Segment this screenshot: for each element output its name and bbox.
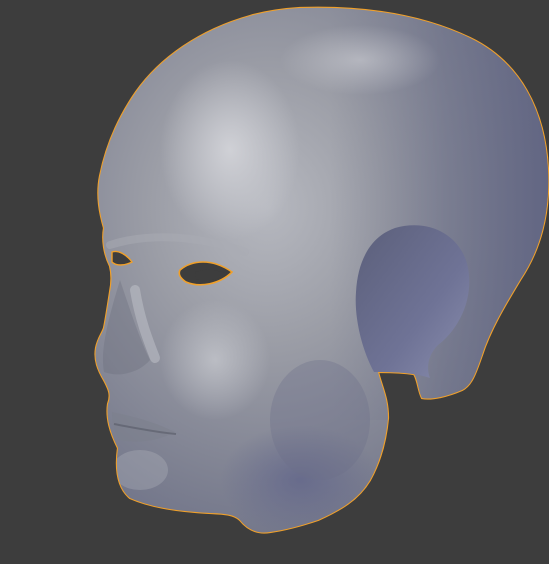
cheek-highlight — [160, 300, 270, 420]
3d-viewport[interactable] — [0, 0, 549, 564]
crown-highlight — [280, 25, 440, 95]
jaw-shadow — [270, 360, 370, 480]
head-mesh-icon[interactable] — [0, 0, 549, 564]
chin-highlight — [112, 450, 168, 490]
forehead-highlight — [160, 60, 300, 240]
